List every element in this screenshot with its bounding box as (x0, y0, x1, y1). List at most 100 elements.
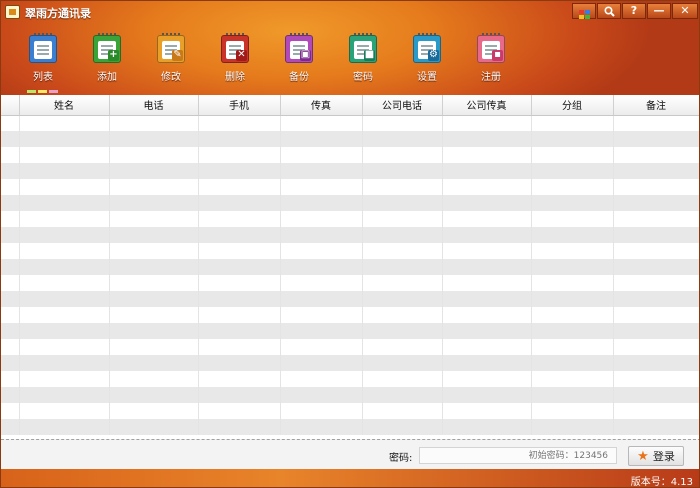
table-cell[interactable] (1, 131, 20, 147)
table-cell[interactable] (531, 131, 614, 147)
table-cell[interactable] (19, 339, 110, 355)
column-header-note[interactable]: 备注 (613, 95, 699, 116)
table-cell[interactable] (1, 163, 20, 179)
table-cell[interactable] (198, 179, 281, 195)
table-cell[interactable] (1, 179, 20, 195)
table-cell[interactable] (1, 195, 20, 211)
table-cell[interactable] (362, 275, 443, 291)
table-cell[interactable] (109, 147, 199, 163)
column-header-mobile[interactable]: 手机 (198, 95, 281, 116)
table-cell[interactable] (362, 147, 443, 163)
table-cell[interactable] (19, 211, 110, 227)
table-cell[interactable] (280, 323, 363, 339)
table-cell[interactable] (531, 339, 614, 355)
table-cell[interactable] (280, 227, 363, 243)
table-cell[interactable] (109, 403, 199, 419)
table-cell[interactable] (280, 195, 363, 211)
table-cell[interactable] (613, 307, 699, 323)
table-cell[interactable] (613, 243, 699, 259)
table-cell[interactable] (531, 323, 614, 339)
search-button[interactable] (597, 3, 621, 19)
register-button[interactable]: ▪ 注册 (459, 33, 523, 87)
table-cell[interactable] (362, 115, 443, 131)
table-row[interactable] (1, 291, 699, 307)
table-cell[interactable] (1, 307, 20, 323)
table-cell[interactable] (280, 243, 363, 259)
table-cell[interactable] (531, 291, 614, 307)
table-cell[interactable] (19, 307, 110, 323)
minimize-button[interactable]: — (647, 3, 671, 19)
table-row[interactable] (1, 259, 699, 275)
table-cell[interactable] (280, 147, 363, 163)
table-cell[interactable] (442, 179, 532, 195)
table-cell[interactable] (19, 291, 110, 307)
table-cell[interactable] (19, 403, 110, 419)
table-cell[interactable] (442, 387, 532, 403)
table-cell[interactable] (531, 259, 614, 275)
table-cell[interactable] (613, 387, 699, 403)
table-cell[interactable] (280, 131, 363, 147)
table-cell[interactable] (531, 115, 614, 131)
column-header-company-fax[interactable]: 公司传真 (442, 95, 532, 116)
table-cell[interactable] (362, 131, 443, 147)
table-cell[interactable] (198, 371, 281, 387)
help-button[interactable]: ? (622, 3, 646, 19)
table-cell[interactable] (531, 307, 614, 323)
table-cell[interactable] (613, 291, 699, 307)
table-cell[interactable] (109, 195, 199, 211)
table-cell[interactable] (362, 195, 443, 211)
table-cell[interactable] (109, 307, 199, 323)
table-cell[interactable] (19, 195, 110, 211)
column-header-group[interactable]: 分组 (531, 95, 614, 116)
table-cell[interactable] (531, 371, 614, 387)
table-cell[interactable] (109, 163, 199, 179)
title-bar[interactable]: 翠雨方通讯录 ? — ✕ (1, 1, 699, 23)
table-cell[interactable] (1, 387, 20, 403)
table-cell[interactable] (109, 323, 199, 339)
table-cell[interactable] (362, 291, 443, 307)
table-cell[interactable] (198, 403, 281, 419)
table-cell[interactable] (362, 403, 443, 419)
table-row[interactable] (1, 211, 699, 227)
table-cell[interactable] (442, 419, 532, 435)
table-cell[interactable] (613, 147, 699, 163)
table-cell[interactable] (280, 163, 363, 179)
password-button[interactable]: ■ 密码 (331, 33, 395, 87)
table-row[interactable] (1, 403, 699, 419)
table-cell[interactable] (531, 211, 614, 227)
table-cell[interactable] (442, 291, 532, 307)
table-cell[interactable] (442, 275, 532, 291)
table-cell[interactable] (109, 115, 199, 131)
table-cell[interactable] (109, 387, 199, 403)
table-row[interactable] (1, 387, 699, 403)
table-cell[interactable] (1, 227, 20, 243)
table-cell[interactable] (280, 259, 363, 275)
table-cell[interactable] (19, 371, 110, 387)
table-cell[interactable] (1, 259, 20, 275)
table-cell[interactable] (362, 323, 443, 339)
table-cell[interactable] (280, 275, 363, 291)
table-row[interactable] (1, 163, 699, 179)
table-cell[interactable] (442, 131, 532, 147)
table-cell[interactable] (280, 419, 363, 435)
table-cell[interactable] (613, 371, 699, 387)
table-row[interactable] (1, 323, 699, 339)
edit-button[interactable]: ✎ 修改 (139, 33, 203, 87)
table-cell[interactable] (362, 163, 443, 179)
table-cell[interactable] (198, 307, 281, 323)
table-cell[interactable] (442, 227, 532, 243)
table-cell[interactable] (613, 227, 699, 243)
contact-grid[interactable]: 姓名 电话 手机 传真 公司电话 公司传真 分组 备注 (1, 95, 699, 439)
table-cell[interactable] (362, 307, 443, 323)
table-cell[interactable] (280, 115, 363, 131)
table-cell[interactable] (19, 227, 110, 243)
table-cell[interactable] (613, 403, 699, 419)
table-cell[interactable] (442, 147, 532, 163)
table-row[interactable] (1, 419, 699, 435)
table-cell[interactable] (442, 403, 532, 419)
table-cell[interactable] (109, 419, 199, 435)
table-cell[interactable] (280, 307, 363, 323)
delete-button[interactable]: ✕ 删除 (203, 33, 267, 87)
login-button[interactable]: ★ 登录 (628, 446, 684, 466)
table-cell[interactable] (1, 275, 20, 291)
